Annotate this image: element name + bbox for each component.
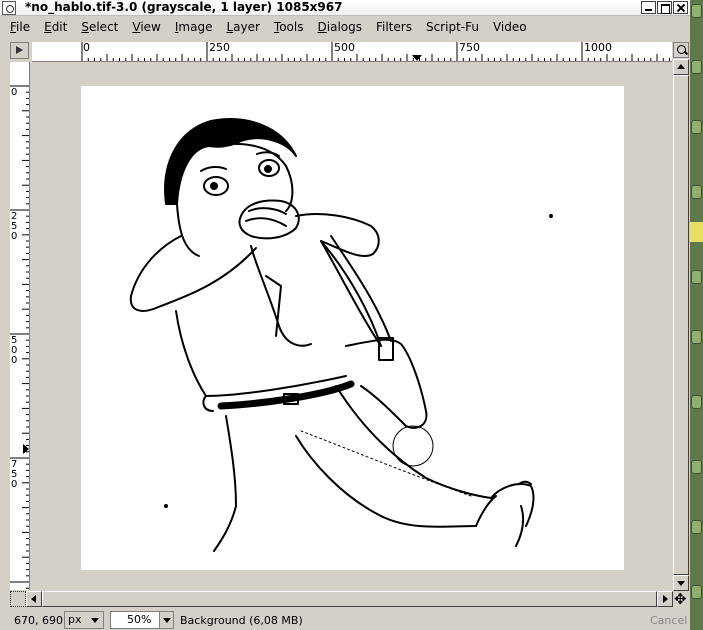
hruler-label-500: 500	[334, 42, 355, 54]
hruler-label-750: 750	[459, 42, 480, 54]
title-bar: *no_hablo.tif-3.0 (grayscale, 1 layer) 1…	[0, 0, 690, 16]
zoom-value: 50%	[127, 613, 152, 626]
vruler-label-500: 500	[11, 335, 18, 366]
desktop-background	[690, 0, 703, 630]
menu-filters[interactable]: Filters	[376, 20, 412, 34]
vertical-ruler[interactable]: 0 250 500 750	[10, 62, 30, 590]
scroll-down-button[interactable]	[673, 575, 689, 591]
menu-view[interactable]: View	[132, 20, 160, 34]
image-canvas[interactable]	[81, 86, 624, 570]
hruler-label-250: 250	[209, 42, 230, 54]
status-bar: 670, 690 px 50% Background (6,08 MB) Can…	[0, 610, 690, 630]
menu-tools[interactable]: Tools	[274, 20, 304, 34]
drawing-figure	[129, 118, 553, 552]
navigate-icon[interactable]	[673, 591, 689, 607]
unit-select-value: px	[68, 613, 82, 626]
app-icon[interactable]	[2, 1, 16, 15]
horizontal-ruler[interactable]: 0 250 500 750 1000	[32, 42, 672, 62]
menu-file[interactable]: File	[10, 20, 30, 34]
minimize-button[interactable]	[641, 1, 656, 14]
vruler-label-0: 0	[11, 87, 18, 98]
window-controls	[641, 1, 688, 14]
close-button[interactable]	[673, 1, 688, 14]
maximize-button[interactable]	[657, 1, 672, 14]
horizontal-scrollbar[interactable]	[10, 591, 673, 607]
hruler-label-1000: 1000	[584, 42, 612, 54]
menu-select[interactable]: Select	[81, 20, 118, 34]
quick-mask-toggle[interactable]	[10, 591, 26, 607]
zoom-icon[interactable]	[673, 42, 689, 58]
vertical-ruler-ticks	[10, 85, 29, 589]
menu-dialogs[interactable]: Dialogs	[318, 20, 362, 34]
vruler-label-250: 250	[11, 211, 18, 242]
window-title: *no_hablo.tif-3.0 (grayscale, 1 layer) 1…	[25, 0, 343, 14]
horizontal-scroll-thumb[interactable]	[42, 591, 657, 607]
unit-select[interactable]: px	[64, 611, 104, 629]
zoom-dropdown-arrow[interactable]	[159, 612, 173, 628]
vertical-scroll-thumb[interactable]	[673, 75, 689, 575]
zoom-select[interactable]: 50%	[110, 611, 174, 629]
menu-edit[interactable]: Edit	[44, 20, 67, 34]
menu-video[interactable]: Video	[493, 20, 527, 34]
menu-image[interactable]: Image	[175, 20, 213, 34]
cancel-button[interactable]: Cancel	[650, 614, 687, 627]
scroll-left-button[interactable]	[26, 591, 42, 607]
scroll-right-button[interactable]	[657, 591, 673, 607]
vruler-label-750: 750	[11, 459, 18, 490]
menu-script-fu[interactable]: Script-Fu	[426, 20, 479, 34]
menu-layer[interactable]: Layer	[226, 20, 259, 34]
image-menu-arrow-button[interactable]	[10, 42, 29, 59]
scroll-up-button[interactable]	[673, 59, 689, 75]
pointer-coordinates: 670, 690	[14, 614, 63, 627]
hruler-label-0: 0	[83, 42, 90, 54]
menu-bar: File Edit Select View Image Layer Tools …	[0, 17, 690, 37]
status-message: Background (6,08 MB)	[180, 614, 303, 627]
vertical-scrollbar[interactable]	[673, 59, 689, 591]
